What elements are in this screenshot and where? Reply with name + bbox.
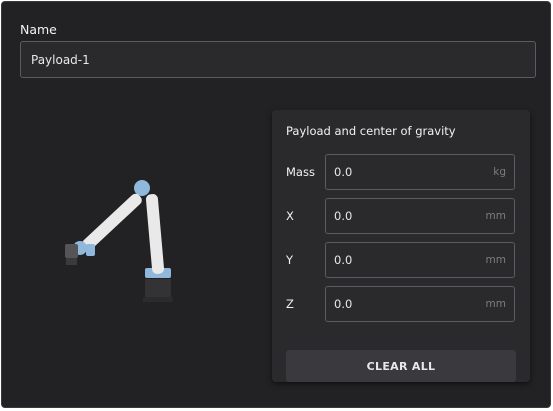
z-unit: mm — [485, 298, 506, 310]
robot-upper-link — [145, 194, 165, 274]
clear-all-button[interactable]: CLEAR ALL — [286, 350, 516, 382]
y-label: Y — [286, 253, 294, 267]
robot-arm-illustration — [65, 180, 173, 302]
mass-unit: kg — [493, 166, 506, 178]
robot-shoulder-joint — [134, 180, 150, 196]
z-input[interactable]: 0.0 mm — [325, 286, 515, 322]
x-value: 0.0 — [334, 209, 353, 223]
y-input[interactable]: 0.0 mm — [325, 242, 515, 278]
name-input[interactable] — [20, 41, 536, 78]
z-label: Z — [286, 297, 294, 311]
z-value: 0.0 — [334, 297, 353, 311]
mass-value: 0.0 — [334, 165, 353, 179]
panel-title: Payload and center of gravity — [286, 124, 456, 138]
name-label: Name — [20, 22, 57, 37]
y-unit: mm — [485, 254, 506, 266]
payload-panel: Payload and center of gravity Mass 0.0 k… — [272, 110, 530, 382]
mass-label: Mass — [286, 165, 315, 179]
robot-forearm-link — [82, 193, 142, 251]
robot-tool-flange — [65, 244, 78, 258]
y-value: 0.0 — [334, 253, 353, 267]
x-label: X — [286, 209, 294, 223]
x-input[interactable]: 0.0 mm — [325, 198, 515, 234]
payload-editor: Name Payload and center of gravity Mass … — [1, 1, 551, 408]
x-unit: mm — [485, 210, 506, 222]
mass-input[interactable]: 0.0 kg — [325, 154, 515, 190]
